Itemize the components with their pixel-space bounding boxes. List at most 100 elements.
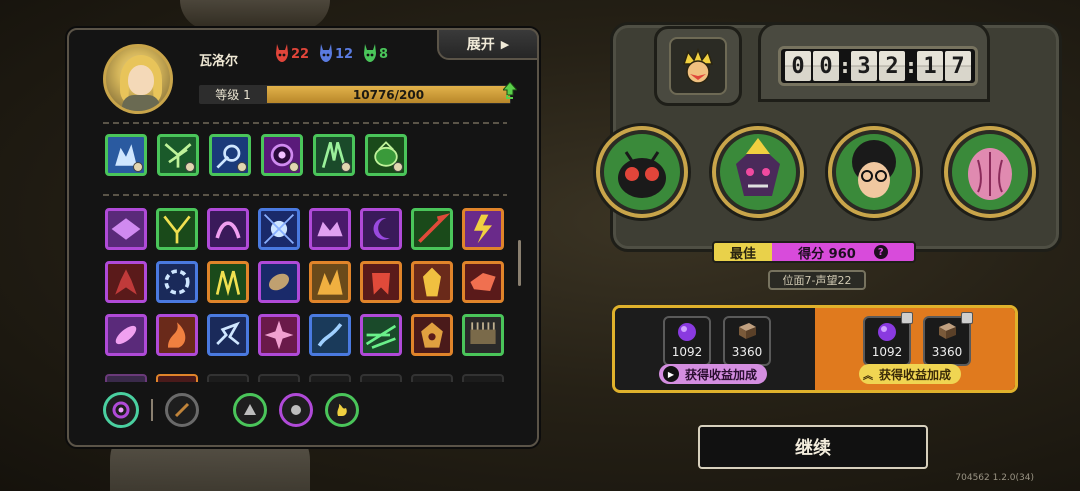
skill-slot[interactable] [360,208,402,250]
boost-label: 获得收益加成 [879,367,952,382]
lock-icon [961,312,973,324]
skill-slot[interactable] [105,208,147,250]
skill-slot[interactable] [313,134,355,176]
best-score-bar: 最佳 得分 960 ? [712,241,916,263]
skill-slot[interactable] [360,314,402,356]
stage-label: 位面7-声望22 [768,270,866,290]
expand-label: 展开 [466,37,495,53]
lock-icon [901,312,913,324]
staff-icon[interactable] [165,393,199,427]
reward-item: 3360 [923,312,973,366]
reward-count: 1092 [871,345,903,359]
timer-digit: 7 [945,51,971,81]
double-chevron-icon: ︽ [863,370,873,382]
relic-fire-icon[interactable] [325,393,359,427]
skill-grid-partial-row [105,374,504,382]
version-label: 704562 1.2.0(34) [955,473,1034,483]
reward-item: 1092 [663,316,711,366]
skill-slot[interactable] [207,314,249,356]
best-label: 最佳 [714,243,772,261]
level-label: 等级 1 [215,88,251,102]
boss-portrait-flesh[interactable] [944,126,1036,218]
reward-base: 1092 3360 ▶ 获得收益加成 [615,308,815,390]
skill-slot[interactable] [411,314,453,356]
timer-digit: 1 [917,51,943,81]
stat-red: 22 [275,44,309,62]
skill-slot[interactable] [156,261,198,303]
skill-slot[interactable] [462,261,504,303]
purple-orb-icon [878,323,896,341]
red-demon-icon [276,44,288,62]
skill-slot[interactable] [156,208,198,250]
stat-blue: 12 [319,44,353,62]
exp-progress: 10776/200 [267,86,510,103]
skill-slot[interactable] [207,208,249,250]
boss-portrait-demon[interactable] [712,126,804,218]
boss-portrait-bug[interactable] [596,126,688,218]
relic-purple-icon[interactable] [279,393,313,427]
purple-orb-icon [678,323,696,341]
relic-green-icon[interactable] [233,393,267,427]
stat-green-value: 8 [379,47,389,62]
skill-slot[interactable] [309,208,351,250]
level-up-icon[interactable] [503,82,517,100]
bottom-toolbar [103,392,359,428]
score-text: 得分 960 [798,246,856,262]
background-figure-top [180,0,330,30]
brick-icon [939,323,956,339]
blue-demon-icon [320,44,332,62]
character-name: 瓦洛尔 [199,54,239,69]
timer-digit: 2 [879,51,905,81]
help-icon[interactable]: ? [873,245,888,259]
skill-slot[interactable] [462,208,504,250]
timer-digit: 0 [785,51,811,81]
score-machine: 0 0 : 3 2 : 1 7 最佳 得分 960 ? 位面7-声望22 [596,22,1062,292]
skill-slot[interactable] [105,314,147,356]
reward-panel: 1092 3360 ▶ 获得收益加成 1092 3360 ︽ 获得收益加成 [612,305,1018,393]
character-avatar[interactable] [103,44,173,114]
reward-count: 3360 [731,345,763,359]
scrollbar[interactable] [518,240,521,286]
skill-slot[interactable] [258,314,300,356]
stat-blue-value: 12 [335,47,354,62]
boost-label: 获得收益加成 [685,367,758,382]
skill-slot[interactable] [411,208,453,250]
skill-slot[interactable] [365,134,407,176]
skill-slot[interactable] [462,314,504,356]
expand-button[interactable]: 展开 ▶ [437,28,539,60]
boss-portrait-scientist[interactable] [828,126,920,218]
crown-icon [682,47,714,84]
skill-slot[interactable] [258,208,300,250]
skill-slot[interactable] [156,314,198,356]
skill-slot[interactable] [105,134,147,176]
vortex-icon[interactable] [103,392,139,428]
skill-slot[interactable] [209,134,251,176]
level-bar: 等级 1 10776/200 [199,85,511,104]
skill-slot[interactable] [207,261,249,303]
boost-button[interactable]: ︽ 获得收益加成 [859,364,962,384]
divider [103,194,507,196]
skill-slot[interactable] [309,261,351,303]
continue-button[interactable]: 继续 [698,425,928,469]
stat-green: 8 [363,44,388,62]
watch-ad-boost-button[interactable]: ▶ 获得收益加成 [659,364,768,384]
boss-portraits [596,126,1036,218]
timer-digit: 3 [851,51,877,81]
crown-badge [654,26,742,106]
green-demon-icon [364,44,376,62]
reward-count: 1092 [671,345,703,359]
skill-slot[interactable] [105,261,147,303]
skill-grid [105,208,504,356]
play-icon: ▶ [663,366,679,382]
skill-slot[interactable] [157,134,199,176]
skill-slot[interactable] [261,134,303,176]
timer-digit: 0 [813,51,839,81]
skill-slot[interactable] [360,261,402,303]
skill-slot[interactable] [309,314,351,356]
brick-icon [739,323,756,339]
run-timer: 0 0 : 3 2 : 1 7 [778,46,978,86]
skill-slot[interactable] [258,261,300,303]
separator [151,399,153,421]
stat-red-value: 22 [291,47,310,62]
skill-slot[interactable] [411,261,453,303]
